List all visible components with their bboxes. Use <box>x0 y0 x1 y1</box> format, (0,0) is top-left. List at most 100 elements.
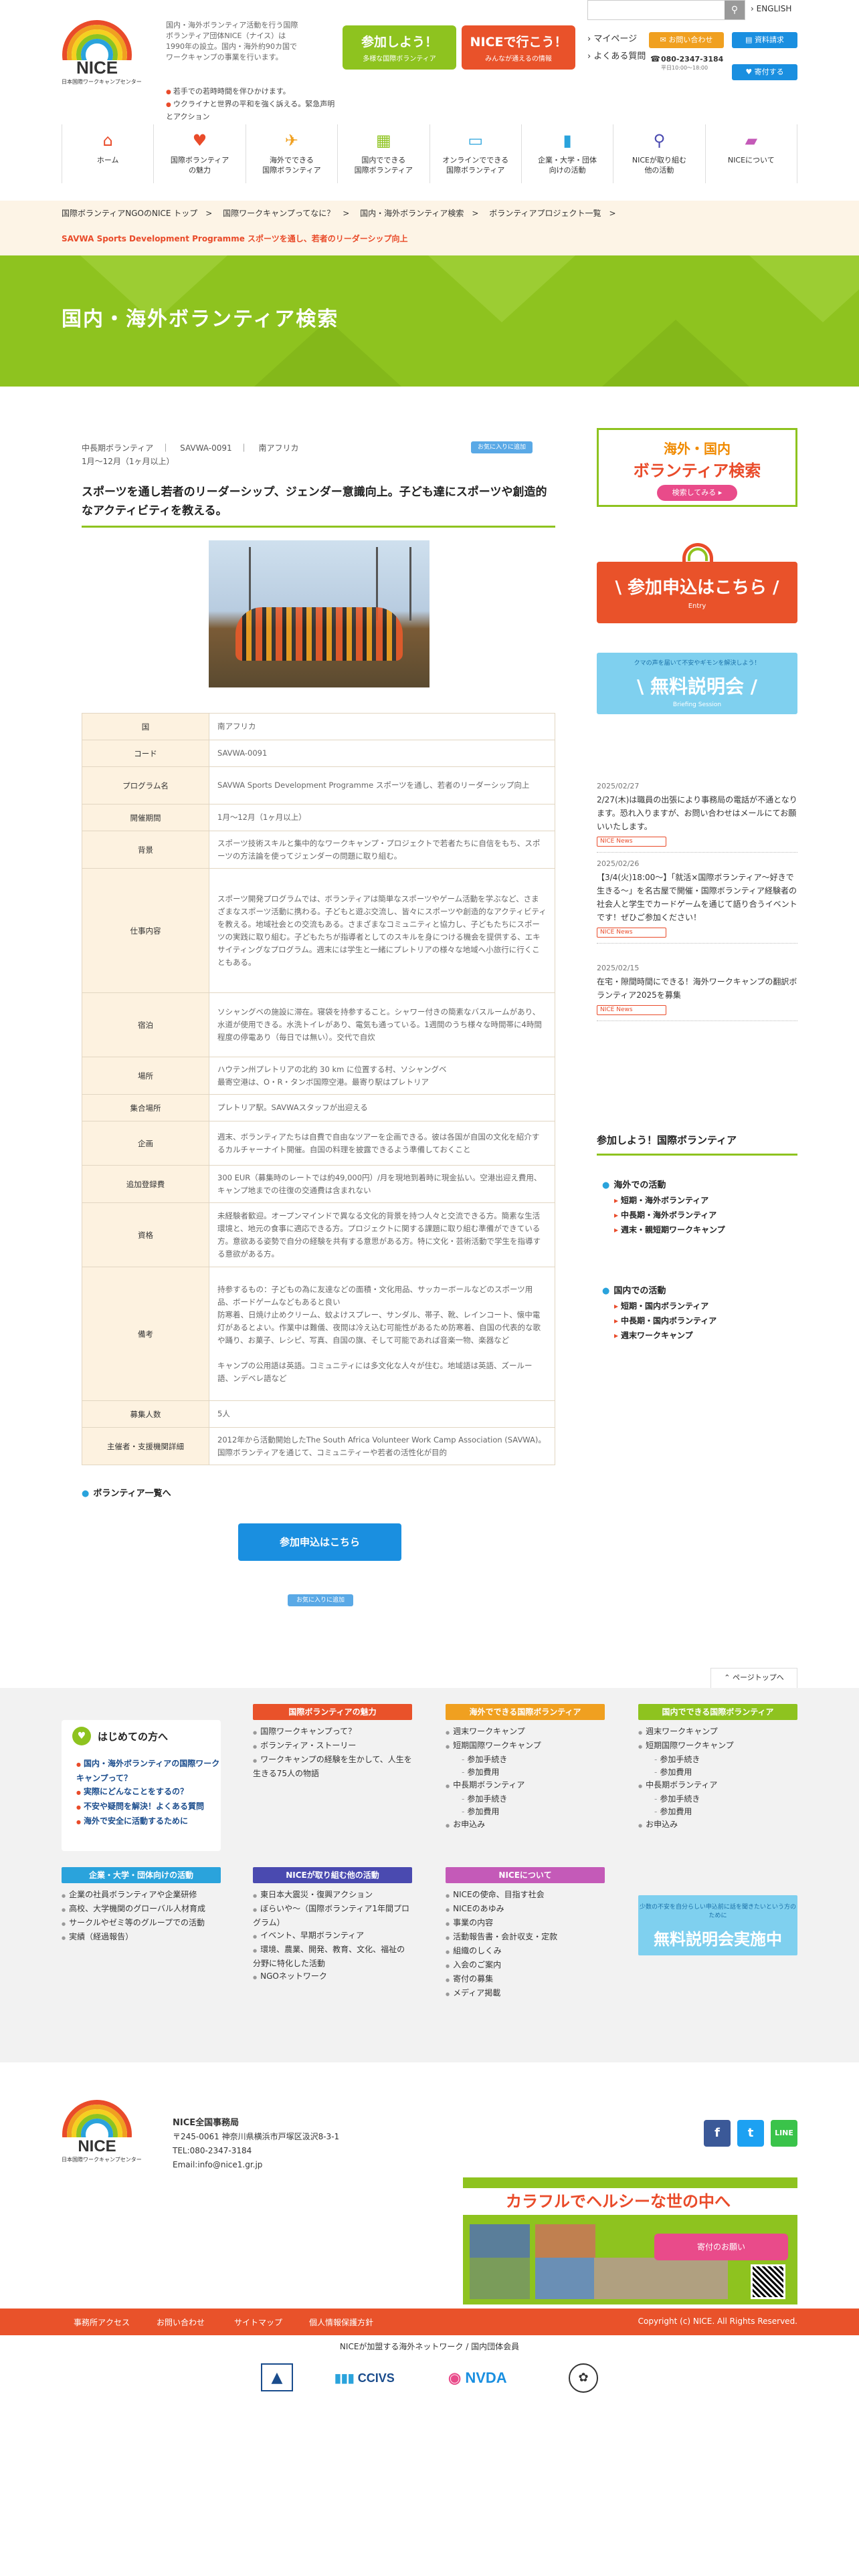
go-nice-button[interactable]: NICEで行こう！ みんなが通えるの情報 <box>462 25 575 70</box>
footer-col-link[interactable]: NGOネットワーク <box>253 1970 412 1984</box>
footer-col-heading[interactable]: NICEが取り組む他の活動 <box>253 1867 412 1883</box>
page-top-button[interactable]: ⌃ ページトップへ <box>710 1668 797 1688</box>
footer-col-link[interactable]: 東日本大震災・復興アクション <box>253 1889 412 1903</box>
footer-link[interactable]: お問い合わせ <box>157 2317 205 2328</box>
facebook-icon[interactable]: f <box>704 2120 731 2147</box>
ccivs-logo[interactable]: ▮▮▮ CCIVS <box>335 2367 415 2389</box>
alliance-logo[interactable]: ▲ <box>261 2363 293 2391</box>
footer-col-link[interactable]: サークルやゼミ等のグループでの活動 <box>62 1917 221 1931</box>
volunteer-list-link[interactable]: ボランティア一覧へ <box>82 1486 171 1499</box>
footer-col-heading[interactable]: 海外でできる国際ボランティア <box>446 1704 605 1720</box>
search-box[interactable]: ⚲ <box>587 0 745 20</box>
footer-col-link[interactable]: 高校、大学機関のグローバル人材育成 <box>62 1903 221 1917</box>
footer-col-link[interactable]: 組織のしくみ <box>446 1945 605 1959</box>
footer-col-link[interactable]: 中長期ボランティア <box>638 1779 797 1793</box>
join-button[interactable]: 参加しよう！ 多様な国際ボランティア <box>343 25 456 70</box>
overseas-link[interactable]: 週末・親短期ワークキャンプ <box>602 1222 796 1237</box>
breadcrumb-item[interactable]: 国際ボランティアNGOのNICE トップ <box>62 209 197 218</box>
domestic-heading[interactable]: 国内での活動 <box>602 1284 796 1299</box>
faq-link[interactable]: › よくある質問 <box>587 48 646 66</box>
briefing-banner[interactable]: クマの声を届いて不安やギモンを解決しよう！ \ 無料説明会 / Briefing… <box>597 653 797 714</box>
domestic-link[interactable]: 中長期・国内ボランティア <box>602 1313 796 1328</box>
footer-col-link[interactable]: 実績（経過報告） <box>62 1931 221 1945</box>
beginners-link[interactable]: 国内・海外ボランティアの国際ワークキャンプって？ <box>76 1757 221 1785</box>
footer-col-link[interactable]: 参加費用 <box>446 1806 605 1818</box>
footer-col-link[interactable]: イベント、早期ボランティア <box>253 1929 412 1943</box>
notice-item[interactable]: 若手での若時時間を伴ひかけます。 <box>166 86 340 98</box>
mypage-link[interactable]: › マイページ <box>587 31 646 48</box>
breadcrumb-item[interactable]: ボランティアプロジェクト一覧 <box>489 209 601 218</box>
search-banner-button[interactable]: 検索してみる ▸ <box>657 485 737 501</box>
footer-col-link[interactable]: 参加費用 <box>638 1806 797 1818</box>
nav-item[interactable]: ✈ 海外でできる 国際ボランティア <box>245 124 337 183</box>
nav-item[interactable]: ⌂ ホーム <box>62 124 153 183</box>
footer-link[interactable]: 事務所アクセス <box>74 2317 130 2328</box>
breadcrumb-item[interactable]: 国際ワークキャンプってなに？ <box>223 209 335 218</box>
seal-logo[interactable]: ✿ <box>569 2363 598 2393</box>
contact-button[interactable]: ✉ お問い合わせ <box>649 32 724 48</box>
footer-col-link[interactable]: 活動報告書・会計収支・定款 <box>446 1931 605 1945</box>
footer-col-heading[interactable]: 企業・大学・団体向けの活動 <box>62 1867 221 1883</box>
nice-logo[interactable]: NICE 日本国際ワークキャンプセンター <box>62 20 142 85</box>
footer-col-link[interactable]: 国際ワークキャンプって？ <box>253 1725 412 1739</box>
footer-col-link[interactable]: 入会のご案内 <box>446 1959 605 1973</box>
footer-col-heading[interactable]: 国内でできる国際ボランティア <box>638 1704 797 1720</box>
footer-col-link[interactable]: ぼらいや〜（国際ボランティア1年間プログラム） <box>253 1903 412 1929</box>
footer-col-link[interactable]: 参加費用 <box>638 1766 797 1779</box>
footer-col-link[interactable]: 企業の社員ボランティアや企業研修 <box>62 1889 221 1903</box>
search-icon[interactable]: ⚲ <box>725 1 745 19</box>
org-email[interactable]: Email:info@nice1.gr.jp <box>173 2158 339 2172</box>
news-item[interactable]: 2025/02/26 【3/4(火)18:00〜】「就活×国際ボランティア〜好き… <box>597 857 797 944</box>
footer-logo[interactable]: NICE 日本国際ワークキャンプセンター <box>62 2100 142 2163</box>
beginners-link[interactable]: 海外で安全に活動するために <box>76 1814 221 1829</box>
apply-banner[interactable]: \ 参加申込はこちら / Entry <box>597 562 797 623</box>
news-item[interactable]: 2025/02/27 2/27(木)は職員の出張により事務局の電話が不通となりま… <box>597 780 797 853</box>
overseas-heading[interactable]: 海外での活動 <box>602 1178 796 1193</box>
footer-link[interactable]: 個人情報保護方針 <box>309 2317 373 2328</box>
free-briefing-banner[interactable]: 少数の不安を自分らしい申込前に話を聞きたいという方のために 無料説明会実施中 <box>638 1895 797 1955</box>
english-link[interactable]: › ENGLISH <box>751 4 791 13</box>
footer-col-link[interactable]: 参加費用 <box>446 1766 605 1779</box>
breadcrumb-item[interactable]: 国内・海外ボランティア検索 <box>360 209 464 218</box>
search-input[interactable] <box>588 1 722 19</box>
org-tel[interactable]: TEL:080-2347-3184 <box>173 2144 339 2158</box>
add-favorite-button[interactable]: お気に入りに追加 <box>471 441 533 453</box>
notice-item[interactable]: ウクライナと世界の平和を強く訴える。緊急声明とアクション <box>166 98 340 122</box>
donate-button[interactable]: ♥ 寄付する <box>732 64 797 80</box>
footer-col-link[interactable]: 事業の内容 <box>446 1917 605 1931</box>
beginners-link[interactable]: 実際にどんなことをするの？ <box>76 1785 221 1800</box>
beginners-link[interactable]: 不安や疑問を解決！よくある質問 <box>76 1800 221 1814</box>
news-item[interactable]: 2025/02/15 在宅・隙間時間にできる！海外ワークキャンプの翻訳ボランティ… <box>597 962 797 1021</box>
nav-item[interactable]: ⚲ NICEが取り組む 他の活動 <box>613 124 704 183</box>
footer-col-link[interactable]: 参加手続き <box>638 1793 797 1806</box>
line-icon[interactable]: LINE <box>771 2120 797 2147</box>
footer-col-link[interactable]: 中長期ボランティア <box>446 1779 605 1793</box>
footer-col-link[interactable]: 週末ワークキャンプ <box>638 1725 797 1739</box>
footer-col-link[interactable]: ワークキャンプの経験を生かして、人生を生きる75人の物語 <box>253 1753 412 1780</box>
apply-button[interactable]: 参加申込はこちら <box>238 1523 401 1561</box>
footer-col-link[interactable]: 参加手続き <box>446 1793 605 1806</box>
nav-item[interactable]: ▰ NICEについて <box>704 124 797 183</box>
footer-col-link[interactable]: 短期国際ワークキャンプ <box>638 1739 797 1753</box>
footer-col-link[interactable]: NICEの使命、目指す社会 <box>446 1889 605 1903</box>
overseas-link[interactable]: 中長期・海外ボランティア <box>602 1208 796 1222</box>
footer-link[interactable]: サイトマップ <box>234 2317 282 2328</box>
footer-col-link[interactable]: 週末ワークキャンプ <box>446 1725 605 1739</box>
overseas-link[interactable]: 短期・海外ボランティア <box>602 1193 796 1208</box>
footer-col-link[interactable]: ボランティア・ストーリー <box>253 1739 412 1753</box>
twitter-icon[interactable]: t <box>737 2120 764 2147</box>
footer-col-heading[interactable]: 国際ボランティアの魅力 <box>253 1704 412 1720</box>
domestic-link[interactable]: 短期・国内ボランティア <box>602 1299 796 1313</box>
footer-col-link[interactable]: メディア掲載 <box>446 1987 605 2001</box>
footer-col-link[interactable]: お申込み <box>638 1818 797 1832</box>
nav-item[interactable]: ▭ オンラインでできる 国際ボランティア <box>429 124 521 183</box>
donation-promo-banner[interactable]: カラフルでヘルシーな世の中へ 寄付のお願い <box>463 2177 797 2304</box>
footer-col-link[interactable]: NICEのあゆみ <box>446 1903 605 1917</box>
domestic-link[interactable]: 週末ワークキャンプ <box>602 1328 796 1343</box>
footer-col-link[interactable]: 寄付の募集 <box>446 1973 605 1987</box>
nav-item[interactable]: ▮ 企業・大学・団体 向けの活動 <box>520 124 613 183</box>
docs-button[interactable]: ▤ 資料請求 <box>732 32 797 48</box>
nvda-logo[interactable]: ◉ NVDA <box>448 2366 529 2390</box>
footer-col-link[interactable]: 短期国際ワークキャンプ <box>446 1739 605 1753</box>
nav-item[interactable]: ▦ 国内でできる 国際ボランティア <box>337 124 429 183</box>
